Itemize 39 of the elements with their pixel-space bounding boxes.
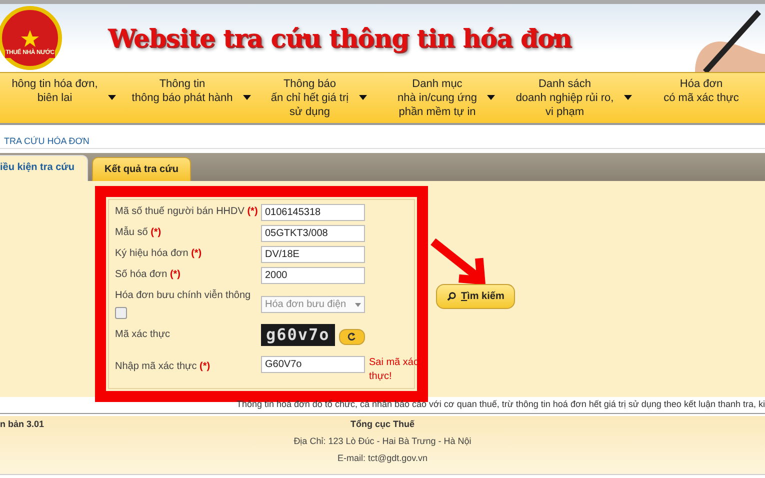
field-label: Hóa đơn bưu chính viễn thông xyxy=(115,288,252,303)
nav-menu-item[interactable]: Thông tin thông báo phát hành xyxy=(128,73,255,123)
site-title: Website tra cứu thông tin hóa đơn xyxy=(108,24,572,52)
arrow-drawing xyxy=(430,238,486,284)
nav-menu-item[interactable]: Hóa đơn có mã xác thực xyxy=(638,73,765,123)
captcha-image: g60v7o xyxy=(261,324,335,346)
email-text: E-mail: tct@gdt.gov.vn xyxy=(338,452,428,465)
tab[interactable]: iều kiện tra cứu xyxy=(0,155,88,181)
field-label: Số hóa đơn (*) xyxy=(115,269,180,280)
text-field[interactable]: 05GTKT3/008 xyxy=(261,225,365,242)
required-marker: (*) xyxy=(200,361,210,372)
text-field[interactable]: G60V7o xyxy=(261,356,365,373)
text-field[interactable]: 2000 xyxy=(261,267,365,284)
nav-menu-item[interactable]: Thông báo ấn chỉ hết giá trị sử dụng xyxy=(255,73,382,123)
refresh-button[interactable] xyxy=(338,328,365,344)
field-label: Nhập mã xác thực (*) xyxy=(115,361,210,372)
nav-menu-item[interactable]: Danh mục nhà in/cung ứng phần mềm tự in xyxy=(382,73,510,123)
field-label: Ký hiệu hóa đơn (*) xyxy=(115,248,202,259)
organization-name: Tổng cục Thuế xyxy=(350,418,414,431)
required-marker: (*) xyxy=(150,227,162,238)
notice-text: Thông tin hoá đơn do tổ chức, cá nhân báo cáo với cơ quan thuế, trừ thông tin hoá đơn hết giá trị sử dụng theo kết luận thanh tra, ki xyxy=(236,399,765,411)
required-marker: (*) xyxy=(247,206,258,217)
text-field[interactable]: 0106145318 xyxy=(261,204,365,221)
field-label: Mẫu số (*) xyxy=(115,227,162,238)
tab[interactable]: Kết quả tra cứu xyxy=(92,157,192,181)
search-icon xyxy=(447,292,456,301)
nav-menu-item[interactable]: Danh sách doanh nghiệp rủi ro, vi phạm xyxy=(510,73,638,123)
breadcrumb-link[interactable]: TRA CỨU HÓA ĐƠN xyxy=(4,136,90,146)
text-field[interactable]: DV/18E xyxy=(261,246,365,263)
refresh-icon xyxy=(347,332,356,341)
nav-menu-item[interactable]: hông tin hóa đơn, biên lai xyxy=(0,73,128,123)
required-marker: (*) xyxy=(191,248,202,259)
version-label: n bản 3.01 xyxy=(0,418,44,430)
dropdown-caret-icon xyxy=(355,302,361,306)
search-button[interactable]: Tìm kiếm xyxy=(436,284,516,309)
field-label: Mã số thuế người bán HHDV (*) xyxy=(115,206,258,217)
field-label: Mã xác thực xyxy=(115,329,170,340)
address-text: Địa Chỉ: 123 Lò Đúc - Hai Bà Trưng - Hà Nội xyxy=(294,435,472,448)
required-marker: (*) xyxy=(170,269,180,280)
